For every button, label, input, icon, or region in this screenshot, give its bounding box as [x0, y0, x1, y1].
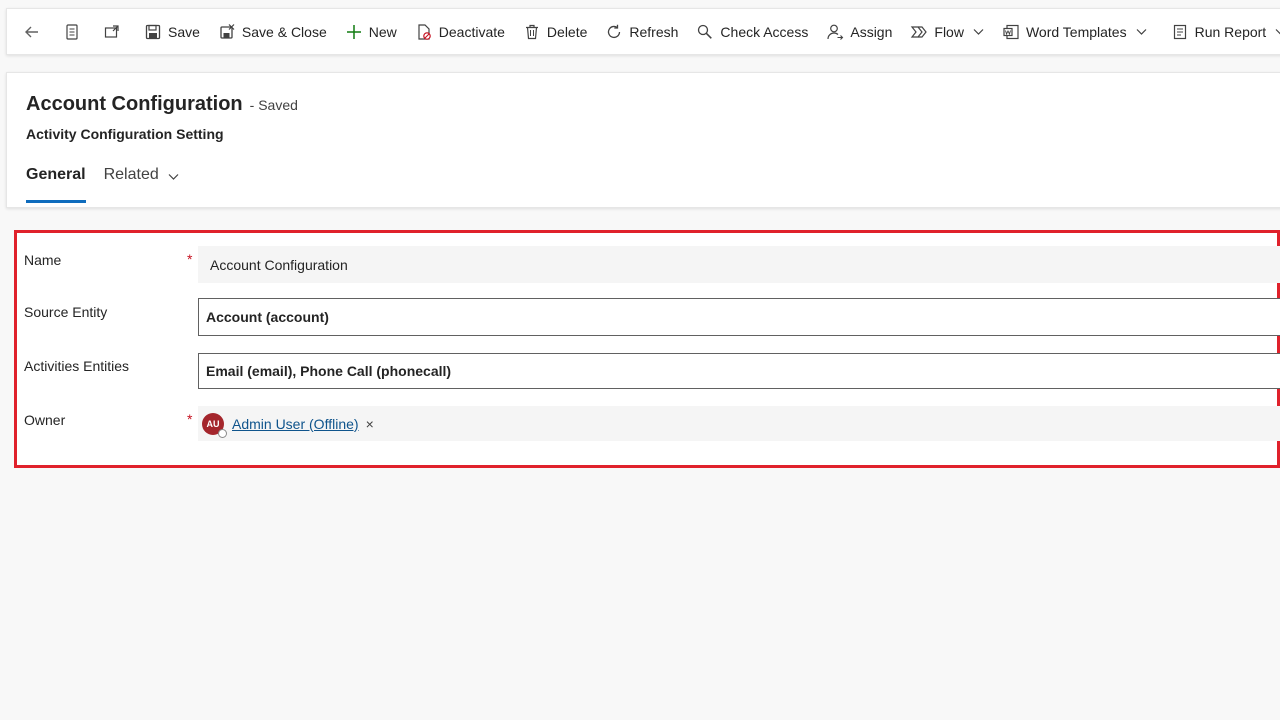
new-button[interactable]: New [336, 15, 406, 49]
activities-entities-field[interactable]: Email (email), Phone Call (phonecall) [198, 353, 1280, 389]
owner-field[interactable]: AU Admin User (Offline) × [198, 406, 1280, 441]
delete-button[interactable]: Delete [514, 15, 596, 49]
word-templates-label: Word Templates [1025, 23, 1127, 40]
name-field[interactable]: Account Configuration [198, 246, 1280, 283]
name-row: Name * Account Configuration [22, 246, 1280, 283]
plus-icon [346, 24, 361, 39]
deactivate-document-icon [418, 23, 431, 40]
person-assign-icon [827, 24, 844, 40]
required-indicator: * [187, 411, 193, 427]
owner-row: Owner * AU Admin User (Offline) × [22, 406, 1280, 441]
name-value: Account Configuration [210, 256, 348, 273]
chevron-down-icon [973, 29, 984, 35]
flow-icon [911, 25, 928, 38]
tab-list: General Related [26, 165, 198, 203]
tab-related-label: Related [103, 166, 159, 183]
command-bar: Save Save & Close New Deactivate Delete … [6, 8, 1280, 55]
activities-entities-row: Activities Entities Email (email), Phone… [22, 353, 1280, 389]
open-new-window-button[interactable] [95, 15, 129, 49]
owner-link[interactable]: Admin User (Offline) [232, 416, 359, 432]
form-view-button[interactable] [55, 15, 89, 49]
page-title: Account Configuration [26, 93, 243, 115]
flow-dropdown[interactable] [968, 15, 993, 49]
refresh-icon [608, 24, 621, 38]
name-label: Name [24, 252, 62, 268]
presence-offline-icon [218, 428, 227, 438]
flow-label: Flow [934, 23, 964, 40]
run-report-label: Run Report [1194, 23, 1267, 40]
save-button[interactable]: Save [135, 15, 209, 49]
record-header: Account Configuration - Saved Activity C… [6, 72, 1280, 208]
delete-label: Delete [546, 23, 588, 40]
run-report-button[interactable]: Run Report [1162, 15, 1271, 49]
trash-icon [525, 24, 538, 39]
entity-type-label: Activity Configuration Setting [26, 126, 224, 142]
deactivate-label: Deactivate [438, 23, 505, 40]
new-label: New [368, 23, 397, 40]
back-button[interactable] [15, 15, 49, 49]
report-icon [1173, 24, 1186, 39]
avatar: AU [202, 412, 227, 438]
word-template-icon [1003, 24, 1019, 39]
run-report-dropdown[interactable] [1270, 15, 1280, 49]
chevron-down-icon [1136, 29, 1147, 35]
required-indicator: * [187, 251, 193, 267]
source-entity-value: Account (account) [206, 309, 329, 325]
check-access-label: Check Access [720, 23, 809, 40]
document-icon [66, 23, 78, 40]
activities-entities-value: Email (email), Phone Call (phonecall) [206, 363, 452, 379]
save-icon [145, 24, 161, 39]
deactivate-button[interactable]: Deactivate [406, 15, 514, 49]
source-entity-field[interactable]: Account (account) [198, 298, 1280, 336]
avatar-initials: AU [206, 418, 220, 429]
magnifier-key-icon [698, 24, 713, 39]
title-row: Account Configuration - Saved [26, 93, 298, 116]
source-entity-row: Source Entity Account (account) [22, 298, 1280, 336]
open-in-new-icon [104, 24, 119, 38]
tab-general-label: General [26, 166, 86, 183]
flow-button[interactable]: Flow [901, 15, 968, 49]
save-close-button[interactable]: Save & Close [209, 15, 336, 49]
refresh-label: Refresh [629, 23, 679, 40]
chevron-down-icon [1275, 29, 1280, 35]
tab-general[interactable]: General [26, 165, 86, 203]
activities-entities-label: Activities Entities [24, 358, 130, 374]
general-form-section: Name * Account Configuration Source Enti… [14, 230, 1280, 468]
word-templates-dropdown[interactable] [1131, 15, 1156, 49]
save-label: Save [168, 23, 200, 40]
check-access-button[interactable]: Check Access [687, 15, 817, 49]
source-entity-label: Source Entity [24, 304, 108, 320]
refresh-button[interactable]: Refresh [596, 15, 687, 49]
back-arrow-icon [25, 26, 38, 37]
save-close-icon [220, 23, 235, 39]
save-close-label: Save & Close [241, 23, 327, 40]
assign-label: Assign [850, 23, 893, 40]
owner-label: Owner [24, 412, 66, 428]
word-templates-button[interactable]: Word Templates [993, 15, 1131, 49]
chevron-down-icon [168, 174, 179, 180]
tab-related[interactable]: Related [104, 165, 180, 203]
save-status: - Saved [249, 97, 298, 113]
assign-button[interactable]: Assign [817, 15, 901, 49]
remove-owner-icon[interactable]: × [366, 416, 374, 432]
